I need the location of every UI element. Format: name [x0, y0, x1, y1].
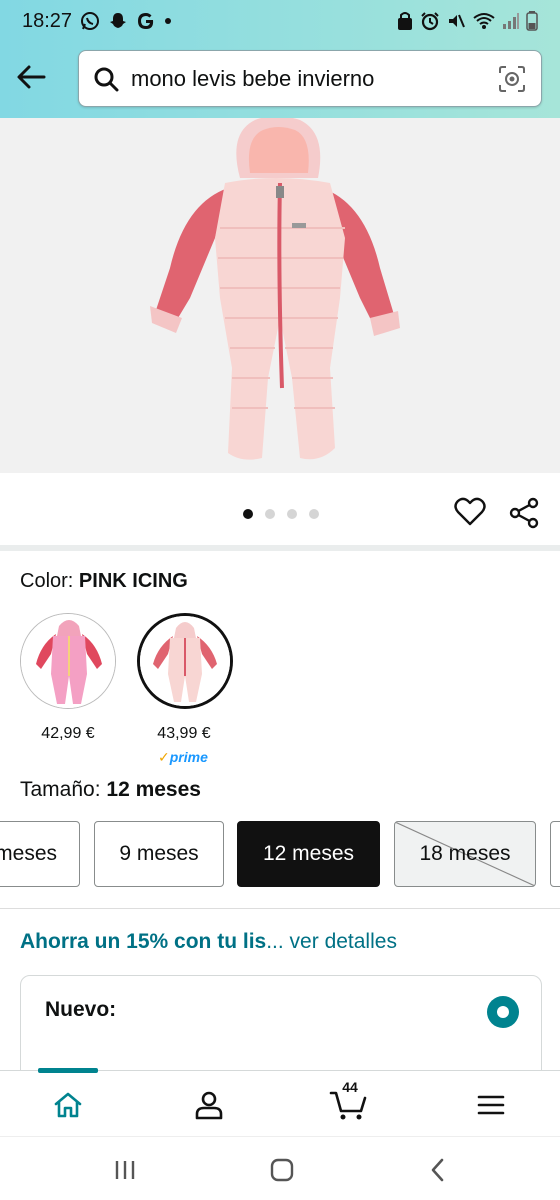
carousel-dot-1[interactable]: [243, 509, 253, 519]
product-image[interactable]: [0, 118, 560, 473]
snapchat-icon: [108, 11, 128, 31]
home-icon: [54, 1092, 82, 1118]
color-label: Color: PINK ICING: [20, 570, 188, 592]
color-swatch-2-selected[interactable]: [137, 613, 233, 709]
arrow-left-icon: [17, 65, 46, 89]
promo-text: Ahorra un 15% con tu lis: [20, 930, 267, 953]
carousel-dot-2[interactable]: [265, 509, 275, 519]
swatch-image-pink-icing: [140, 616, 230, 706]
size-option-18-meses[interactable]: 18 meses: [394, 821, 536, 887]
color-swatch-1[interactable]: [20, 613, 116, 709]
prime-badge: ✓prime: [158, 749, 208, 765]
carousel-dot-3[interactable]: [287, 509, 297, 519]
swatch-1-price: 42,99 €: [41, 725, 95, 742]
bottom-nav: 44: [0, 1068, 560, 1136]
offer-radio-selected[interactable]: [487, 996, 519, 1028]
prime-check-icon: ✓: [158, 749, 170, 765]
battery-icon: [526, 11, 538, 31]
nav-cart[interactable]: 44: [327, 1079, 371, 1125]
color-value: PINK ICING: [78, 570, 188, 592]
notification-dot-icon: [164, 17, 172, 25]
system-back-button[interactable]: [418, 1153, 458, 1187]
hamburger-menu-icon: [477, 1095, 505, 1115]
size-option-9-meses[interactable]: 9 meses: [94, 821, 224, 887]
system-home-button[interactable]: [262, 1153, 302, 1187]
divider: [0, 908, 560, 909]
wifi-icon: [472, 11, 496, 31]
account-icon: [195, 1091, 223, 1120]
recent-apps-button[interactable]: [105, 1153, 145, 1187]
whatsapp-icon: [80, 11, 100, 31]
nav-menu[interactable]: [469, 1085, 513, 1125]
carousel-controls: [0, 473, 560, 545]
system-home-icon: [270, 1158, 294, 1182]
size-option-12-meses[interactable]: 12 meses: [237, 821, 380, 887]
snowsuit-image: [0, 118, 560, 473]
carousel-dots[interactable]: [243, 509, 319, 519]
search-icon: [93, 66, 119, 92]
top-header: 18:27 mono levis bebe invierno: [0, 0, 560, 118]
size-option-6-meses[interactable]: meses: [0, 821, 80, 887]
offer-title: Nuevo:: [45, 998, 117, 1021]
system-back-icon: [431, 1158, 444, 1182]
status-time: 18:27: [22, 9, 73, 32]
promo-line[interactable]: Ahorra un 15% con tu lis... ver detalles: [20, 930, 540, 954]
nav-account[interactable]: [187, 1085, 231, 1125]
nav-active-indicator: [38, 1068, 98, 1073]
carousel-dot-4[interactable]: [309, 509, 319, 519]
back-button[interactable]: [14, 60, 48, 94]
mute-icon: [446, 11, 466, 31]
system-nav-bar: [0, 1136, 560, 1200]
promo-details-link[interactable]: ... ver detalles: [266, 930, 397, 953]
lock-recycle-icon: [396, 11, 414, 31]
recent-apps-icon: [115, 1161, 135, 1179]
size-label: Tamaño: 12 meses: [20, 778, 201, 801]
search-input[interactable]: mono levis bebe invierno: [78, 50, 542, 107]
swatch-image-pink-floral: [21, 614, 115, 708]
share-icon: [509, 497, 539, 529]
search-query[interactable]: mono levis bebe invierno: [131, 66, 497, 92]
size-option-next[interactable]: [550, 821, 560, 887]
heart-icon: [454, 497, 486, 526]
swatch-2-price: 43,99 €: [157, 725, 211, 742]
cart-count-badge: 44: [342, 1079, 358, 1095]
alarm-icon: [420, 11, 440, 31]
nav-home[interactable]: [46, 1085, 90, 1125]
camera-search-icon[interactable]: [497, 64, 527, 94]
section-divider: [0, 545, 560, 551]
google-icon: [136, 11, 156, 31]
signal-icon: [502, 12, 520, 30]
status-bar: 18:27: [0, 0, 560, 42]
share-button[interactable]: [508, 497, 542, 531]
wishlist-button[interactable]: [454, 497, 488, 531]
size-value: 12 meses: [106, 778, 201, 801]
